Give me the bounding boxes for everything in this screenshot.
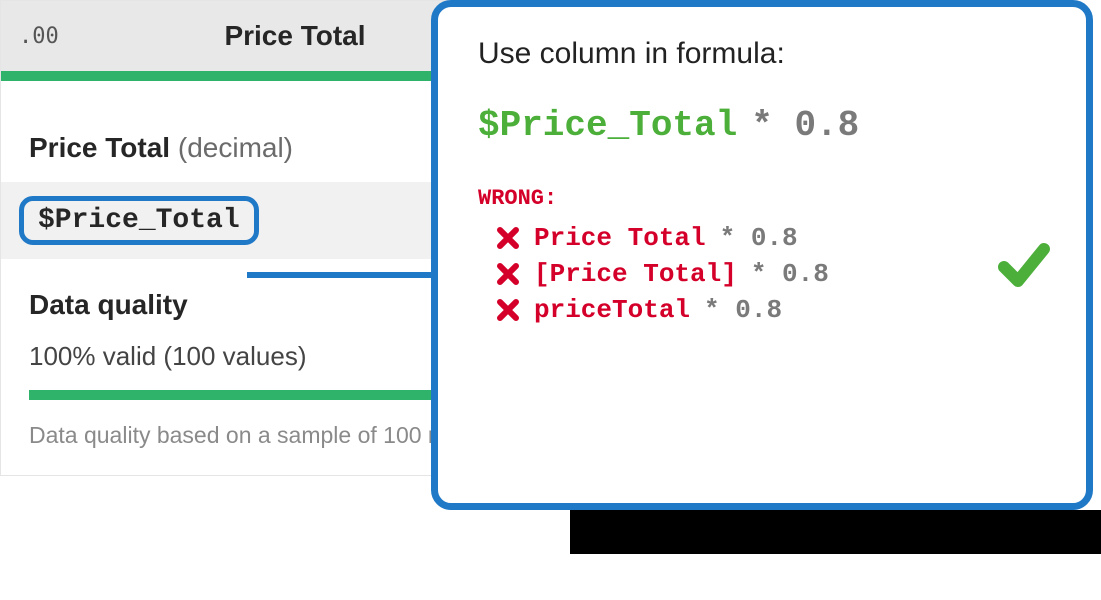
wrong-variable: priceTotal xyxy=(534,295,690,325)
tip-title: Use column in formula: xyxy=(478,37,1046,71)
column-type-badge: .00 xyxy=(19,24,73,49)
callout-connector xyxy=(247,272,435,278)
wrong-label: WRONG: xyxy=(478,186,1046,211)
cross-icon xyxy=(496,262,520,286)
tip-correct-variable: $Price_Total xyxy=(478,105,737,146)
column-name: Price Total xyxy=(29,132,170,163)
column-datatype: (decimal) xyxy=(178,132,293,163)
wrong-example: [Price Total] * 0.8 xyxy=(496,259,1046,289)
wrong-variable: [Price Total] xyxy=(534,259,737,289)
wrong-example: Price Total * 0.8 xyxy=(496,223,1046,253)
checkmark-icon xyxy=(996,237,1052,298)
tip-multiplier: * 0.8 xyxy=(751,105,859,146)
cross-icon xyxy=(496,226,520,250)
cross-icon xyxy=(496,298,520,322)
wrong-multiplier: * 0.8 xyxy=(751,259,829,289)
formula-tip-card: Use column in formula: $Price_Total * 0.… xyxy=(431,0,1093,510)
wrong-variable: Price Total xyxy=(534,223,706,253)
tip-correct-formula: $Price_Total * 0.8 xyxy=(478,105,1046,146)
decorative-strip xyxy=(570,510,1101,554)
wrong-multiplier: * 0.8 xyxy=(704,295,782,325)
wrong-multiplier: * 0.8 xyxy=(720,223,798,253)
formula-variable[interactable]: $Price_Total xyxy=(19,196,259,245)
wrong-example: priceTotal * 0.8 xyxy=(496,295,1046,325)
